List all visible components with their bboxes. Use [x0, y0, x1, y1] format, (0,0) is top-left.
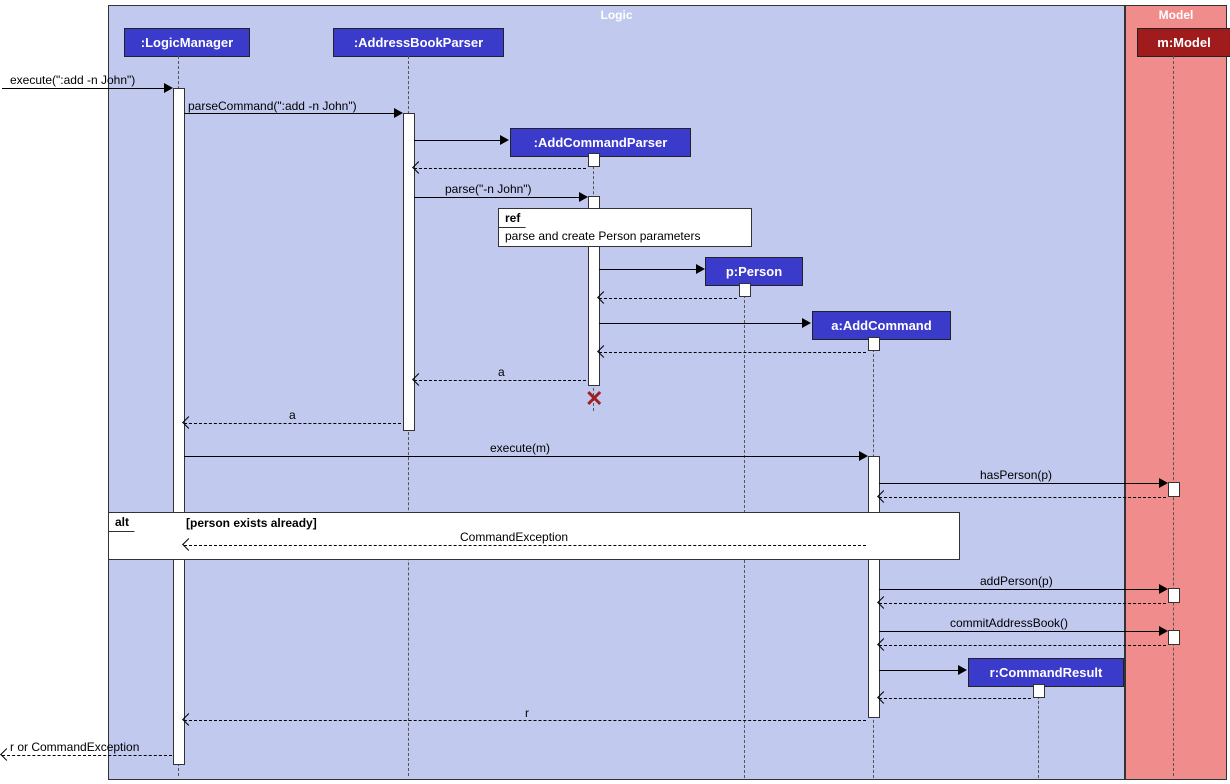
arrowhead-create-commandresult	[958, 665, 967, 675]
msg-return-a2: a	[289, 408, 296, 422]
msg-return-final: r or CommandException	[10, 740, 139, 754]
lifeline-commandresult	[1038, 686, 1039, 778]
arrow-addperson	[879, 589, 1166, 590]
ref-text: parse and create Person parameters	[505, 229, 700, 243]
arrow-return-commit	[879, 645, 1166, 646]
participant-address-book-parser: :AddressBookParser	[333, 28, 504, 57]
alt-guard: [person exists already]	[186, 516, 317, 530]
activation-model-addperson	[1168, 588, 1180, 603]
arrow-execute-add	[2, 88, 170, 89]
arrow-return-addcommand	[599, 352, 866, 353]
arrow-parse	[414, 197, 586, 198]
arrow-return-final	[2, 755, 172, 756]
arrow-create-addcommand	[599, 323, 809, 324]
arrowhead-parse	[579, 192, 588, 202]
msg-hasperson: hasPerson(p)	[980, 468, 1052, 482]
arrowhead-parsecommand	[394, 108, 403, 118]
arrow-create-acparser	[414, 140, 506, 141]
arrow-return-r	[184, 720, 866, 721]
msg-return-r: r	[525, 706, 529, 720]
activation-logic-manager	[173, 88, 185, 765]
arrowhead-execute-m	[859, 451, 868, 461]
participant-model: m:Model	[1137, 28, 1230, 57]
alt-tab: alt	[108, 512, 139, 532]
activation-model-hasperson	[1168, 482, 1180, 497]
arrow-return-a2	[184, 423, 401, 424]
arrowhead-create-acparser	[500, 135, 509, 145]
participant-add-command-parser: :AddCommandParser	[510, 128, 691, 157]
arrowhead-commit	[1159, 626, 1168, 636]
activation-model-commit	[1168, 630, 1180, 645]
arrow-return-commandresult	[879, 698, 1031, 699]
arrow-commandexception	[184, 545, 866, 546]
participant-logic-manager: :LogicManager	[124, 28, 250, 57]
msg-parsecommand: parseCommand(":add -n John")	[188, 99, 357, 113]
arrow-commit	[879, 631, 1166, 632]
participant-person: p:Person	[705, 257, 803, 286]
arrow-parsecommand	[184, 113, 400, 114]
activation-addcommand-create	[868, 337, 880, 351]
arrow-return-addperson	[879, 603, 1166, 604]
frame-logic-title: Logic	[601, 8, 633, 22]
msg-commandexception: CommandException	[460, 530, 568, 544]
arrow-create-commandresult	[879, 670, 965, 671]
arrow-return-hasperson	[879, 497, 1166, 498]
msg-execute-add: execute(":add -n John")	[10, 73, 135, 87]
arrow-create-person	[599, 269, 702, 270]
ref-box: ref parse and create Person parameters	[498, 208, 752, 247]
frame-model-title: Model	[1159, 8, 1194, 22]
arrowhead-addperson	[1159, 584, 1168, 594]
activation-abparser	[403, 113, 415, 431]
activation-person	[739, 283, 751, 297]
lifeline-model	[1173, 56, 1174, 776]
activation-commandresult	[1033, 684, 1045, 698]
arrow-hasperson	[879, 483, 1166, 484]
arrowhead-create-addcommand	[802, 318, 811, 328]
participant-add-command: a:AddCommand	[812, 311, 951, 340]
participant-command-result: r:CommandResult	[968, 658, 1124, 687]
msg-return-a1: a	[498, 365, 505, 379]
arrow-return-person	[599, 298, 737, 299]
arrow-execute-m	[184, 456, 866, 457]
arrowhead-execute-add	[164, 83, 173, 93]
msg-addperson: addPerson(p)	[980, 574, 1053, 588]
frame-model: Model	[1125, 5, 1227, 780]
arrowhead-hasperson	[1159, 478, 1168, 488]
arrow-return-a1	[414, 380, 586, 381]
ref-tab: ref	[498, 208, 530, 228]
msg-execute-m: execute(m)	[490, 441, 550, 455]
msg-commit: commitAddressBook()	[950, 616, 1068, 630]
arrow-return-acparser	[414, 168, 586, 169]
arrowhead-create-person	[696, 264, 705, 274]
destroy-icon: ✕	[585, 386, 603, 412]
activation-acparser-create	[588, 153, 600, 167]
msg-parse: parse("-n John")	[445, 182, 532, 196]
